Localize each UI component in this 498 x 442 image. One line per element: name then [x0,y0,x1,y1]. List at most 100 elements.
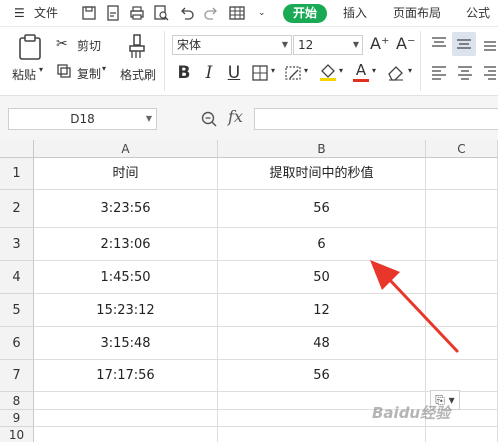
align-left-icon[interactable] [430,65,448,81]
row-header[interactable]: 4 [0,261,34,294]
annotation-arrow [370,260,459,353]
formula-bar: D18 ▼ fx [0,96,498,141]
cell-b-row[interactable] [218,427,426,442]
select-all-corner[interactable] [0,140,34,158]
cell-b-row[interactable]: 56 [218,190,426,228]
cell-a-row[interactable]: 15:23:12 [34,294,218,327]
fx-icon[interactable]: fx [228,107,243,126]
table-style-icon[interactable] [228,4,246,22]
cell-c-row[interactable] [426,158,498,190]
column-header-b[interactable]: B [218,140,426,158]
tab-page-layout[interactable]: 页面布局 [393,0,441,26]
row-header[interactable]: 1 [0,158,34,190]
copy-icon[interactable] [56,63,72,79]
align-middle-icon [457,39,471,49]
font-color-dropdown-icon[interactable]: ▾ [372,66,376,75]
chevron-down-icon: ▼ [281,40,288,49]
font-color-swatch [353,79,369,82]
row-header[interactable]: 6 [0,327,34,360]
paste-label[interactable]: 粘贴 [12,66,36,83]
scissors-icon[interactable]: ✂ [56,36,68,52]
print-icon[interactable] [128,4,146,22]
cell-style-dropdown-icon[interactable]: ▾ [304,66,308,75]
save-icon[interactable] [80,4,98,22]
copy-dropdown-icon[interactable]: ▾ [102,64,106,73]
ribbon: 粘贴 ▾ ✂ 剪切 复制 ▾ 格式刷 宋体 ▼ 12 ▼ A⁺ A⁻ B I U… [0,27,498,96]
cell-b-row[interactable]: 提取时间中的秒值 [218,158,426,190]
align-bottom-icon[interactable] [482,36,498,52]
align-right-icon[interactable] [482,65,498,81]
cell-a-row[interactable]: 1:45:50 [34,261,218,294]
fill-color-dropdown-icon[interactable]: ▾ [339,66,343,75]
font-color-letter: A [355,61,367,79]
row-header[interactable]: 3 [0,228,34,261]
export-pdf-icon[interactable] [104,4,122,22]
chevron-down-icon: ▼ [352,40,359,49]
cell-style-icon[interactable] [284,64,302,82]
column-header-c[interactable]: C [426,140,498,158]
row-header[interactable]: 2 [0,190,34,228]
border-dropdown-icon[interactable]: ▾ [271,66,275,75]
chevron-down-icon: ▼ [145,114,152,123]
name-box-value: D18 [70,112,95,126]
font-size-select[interactable]: 12 ▼ [293,35,363,55]
underline-button[interactable]: U [226,63,242,83]
row-header[interactable]: 9 [0,410,34,427]
cell-a-row[interactable]: 2:13:06 [34,228,218,261]
divider [420,31,421,91]
row-header[interactable]: 7 [0,360,34,392]
cell-a-row[interactable]: 17:17:56 [34,360,218,392]
hamburger-icon[interactable]: ☰ [14,0,25,26]
font-name-value: 宋体 [177,38,202,52]
cell-c-row[interactable] [426,360,498,392]
copy-label[interactable]: 复制 [77,65,101,82]
font-name-select[interactable]: 宋体 ▼ [172,35,292,55]
tab-insert[interactable]: 插入 [343,0,367,26]
font-color-button[interactable]: A [352,61,370,83]
cell-a-row[interactable] [34,392,218,410]
format-painter-label[interactable]: 格式刷 [120,66,156,83]
undo-icon[interactable] [178,4,196,22]
watermark: Baidu经验 [372,404,451,422]
eraser-dropdown-icon[interactable]: ▾ [408,66,412,75]
cell-b-row[interactable]: 56 [218,360,426,392]
redo-icon[interactable] [202,4,220,22]
file-menu[interactable]: 文件 [34,0,58,26]
shrink-font-icon[interactable]: A⁻ [396,34,415,53]
border-icon[interactable] [251,64,269,82]
paste-dropdown-icon[interactable]: ▾ [39,65,43,74]
name-box[interactable]: D18 ▼ [8,108,157,130]
font-size-value: 12 [298,38,314,52]
align-center-icon[interactable] [456,65,474,81]
formula-input[interactable] [254,108,498,130]
eraser-icon[interactable] [386,63,406,81]
spreadsheet-grid: A B C 1 时间 提取时间中的秒值 2 3:23:56 56 3 2:13:06 6 4 1:4… [0,140,498,442]
zoom-search-icon[interactable] [200,110,218,128]
tab-formulas[interactable]: 公式 [466,0,490,26]
cell-c-row[interactable] [426,427,498,442]
cell-c-row[interactable] [426,190,498,228]
paste-icon[interactable] [16,33,44,61]
row-header[interactable]: 8 [0,392,34,410]
cell-a-row[interactable]: 时间 [34,158,218,190]
align-top-icon[interactable] [430,36,448,52]
chevron-down-icon[interactable]: ⌄ [258,0,266,26]
cell-a-row[interactable]: 3:23:56 [34,190,218,228]
cut-label[interactable]: 剪切 [77,37,101,54]
fill-color-icon[interactable] [318,62,338,82]
cell-a-row[interactable]: 3:15:48 [34,327,218,360]
italic-button[interactable]: I [202,63,216,83]
grow-font-icon[interactable]: A⁺ [370,34,389,53]
tab-start[interactable]: 开始 [283,4,327,23]
align-middle-button[interactable] [452,32,476,56]
print-preview-icon[interactable] [152,4,170,22]
row-header[interactable]: 10 [0,427,34,442]
cell-a-row[interactable] [34,427,218,442]
bold-button[interactable]: B [176,63,192,83]
divider [164,31,165,91]
row-header[interactable]: 5 [0,294,34,327]
menu-bar: ☰ 文件 ⌄ 开始 插入 页面布局 公式 [0,0,498,27]
column-header-a[interactable]: A [34,140,218,158]
format-painter-icon[interactable] [126,33,148,61]
cell-a-row[interactable] [34,410,218,427]
